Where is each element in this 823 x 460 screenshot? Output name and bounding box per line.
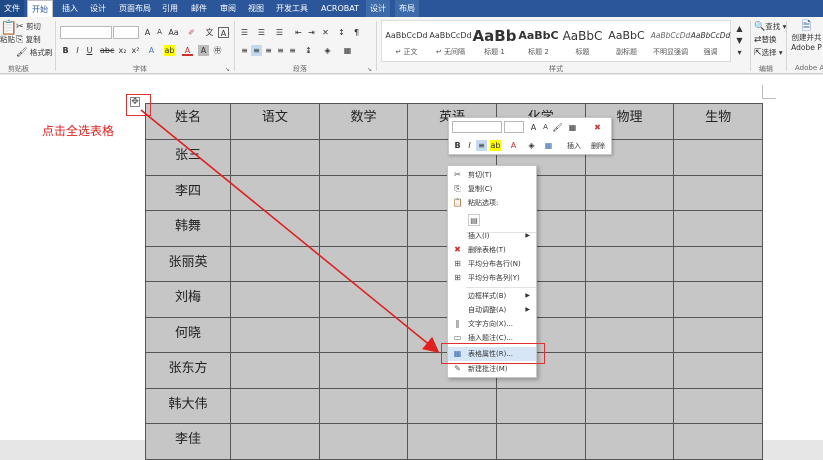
menu-item-insert[interactable]: 插入(I) ▶ — [448, 229, 536, 243]
shading-icon[interactable]: ◈ — [526, 140, 537, 151]
submenu-arrow-icon: ▶ — [525, 232, 530, 239]
grow-font-icon[interactable]: A — [528, 122, 539, 133]
mini-font-size-box[interactable] — [504, 121, 524, 133]
menu-item-paste-options: 📋 粘贴选项: — [448, 196, 536, 210]
shrink-font-icon[interactable]: A — [540, 122, 551, 133]
mini-toolbar: A A 🖌 ▦ ✖ B I ≡ ab A ◈ ▦ 插入 删除 — [448, 117, 612, 155]
comment-icon: ✎ — [454, 364, 461, 373]
menu-item-label: 插入(I) — [468, 232, 490, 240]
mini-font-name-box[interactable] — [452, 121, 502, 133]
insert-table-icon[interactable]: ▦ — [567, 122, 578, 133]
text-direction-icon: ‖ — [455, 319, 460, 328]
table-properties-highlight — [441, 343, 545, 364]
menu-item-label: 平均分布各列(Y) — [468, 274, 520, 282]
paste-keep-format-icon: ▤ — [468, 214, 480, 226]
mini-delete-button[interactable]: 删除 — [591, 141, 605, 151]
menu-item-paste-keep[interactable]: ▤ — [448, 212, 536, 230]
menu-item-copy[interactable]: ⎘ 复制(C) — [448, 182, 536, 196]
menu-item-label: 粘贴选项: — [468, 199, 499, 207]
menu-item-new-comment[interactable]: ✎ 新建批注(M) — [448, 362, 536, 376]
menu-item-label: 新建批注(M) — [468, 365, 508, 373]
menu-item-distribute-cols[interactable]: ⊞ 平均分布各列(Y) — [448, 271, 536, 285]
menu-item-distribute-rows[interactable]: ⊞ 平均分布各行(N) — [448, 257, 536, 271]
highlight-icon[interactable]: ab — [490, 140, 501, 151]
submenu-arrow-icon: ▶ — [525, 292, 530, 299]
menu-item-label: 删除表格(T) — [468, 246, 506, 254]
borders-icon[interactable]: ▦ — [543, 140, 554, 151]
font-color-icon[interactable]: A — [508, 140, 519, 151]
distribute-columns-icon: ⊞ — [454, 273, 461, 282]
italic-icon[interactable]: I — [464, 140, 475, 151]
menu-item-border-styles[interactable]: 边框样式(B) ▶ — [448, 289, 536, 303]
delete-table-icon[interactable]: ✖ — [592, 122, 603, 133]
format-painter-icon[interactable]: 🖌 — [552, 122, 563, 133]
delete-table-icon: ✖ — [454, 245, 461, 254]
submenu-arrow-icon: ▶ — [525, 306, 530, 313]
copy-icon: ⎘ — [454, 184, 461, 193]
menu-item-label: 插入题注(C)... — [468, 334, 514, 342]
paste-icon: 📋 — [452, 198, 463, 207]
menu-item-delete-table[interactable]: ✖ 删除表格(T) — [448, 243, 536, 257]
menu-item-label: 自动调整(A) — [468, 306, 507, 314]
menu-item-label: 剪切(T) — [468, 171, 492, 179]
menu-separator — [466, 287, 536, 288]
menu-item-label: 平均分布各行(N) — [468, 260, 521, 268]
menu-item-text-direction[interactable]: ‖ 文字方向(X)... — [448, 317, 536, 331]
menu-item-cut[interactable]: ✂ 剪切(T) — [448, 168, 536, 182]
menu-item-label: 文字方向(X)... — [468, 320, 513, 328]
menu-item-autofit[interactable]: 自动调整(A) ▶ — [448, 303, 536, 317]
bold-icon[interactable]: B — [452, 140, 463, 151]
menu-item-label: 边框样式(B) — [468, 292, 507, 300]
menu-item-label: 复制(C) — [468, 185, 493, 193]
scissors-icon: ✂ — [454, 170, 461, 179]
mini-insert-button[interactable]: 插入 — [567, 141, 581, 151]
center-icon[interactable]: ≡ — [476, 140, 487, 151]
annotation-arrow — [140, 109, 440, 354]
distribute-rows-icon: ⊞ — [454, 259, 461, 268]
